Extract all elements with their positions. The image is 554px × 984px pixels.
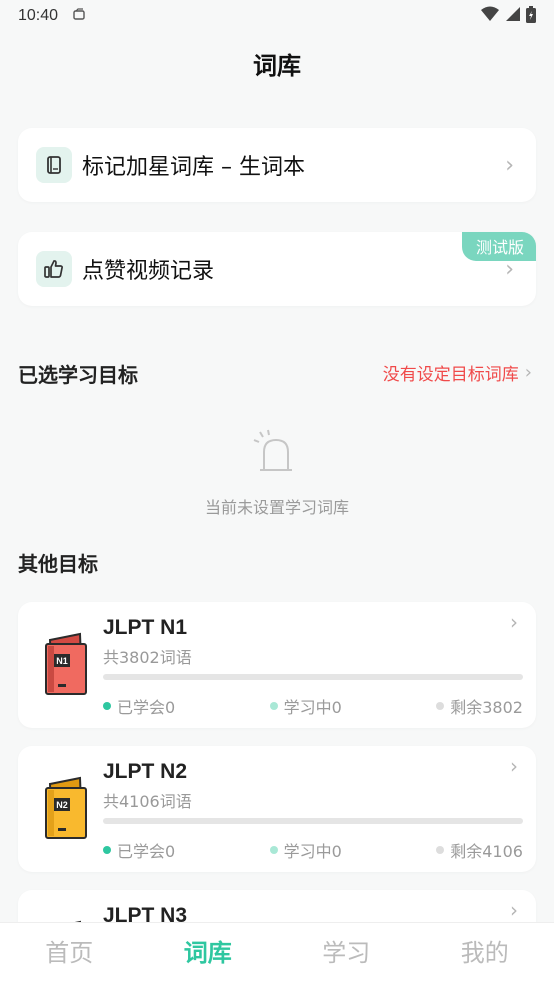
book-n2-icon: N2 — [40, 776, 92, 842]
tab-home[interactable]: 首页 — [0, 923, 139, 984]
wifi-icon — [480, 6, 500, 26]
chevron-right-icon: › — [510, 754, 518, 778]
chevron-right-icon: › — [505, 256, 514, 282]
vocab-book-card[interactable]: N1 JLPT N1 共3802词语 已学会0 学习中0 剩余3802 › — [18, 602, 536, 728]
remaining-text: 剩余3802 — [450, 698, 523, 717]
word-count: 共3802词语 — [103, 648, 192, 667]
chevron-right-icon: › — [524, 362, 532, 383]
book-stats: 已学会0 学习中0 剩余4106 — [103, 838, 523, 862]
signal-icon — [505, 6, 521, 26]
set-target-label: 没有设定目标词库 — [382, 365, 519, 385]
beta-badge: 测试版 — [461, 232, 536, 261]
learned-dot — [103, 846, 111, 854]
remaining-dot — [436, 846, 445, 854]
remaining-stat: 剩余4106 — [436, 838, 523, 862]
other-goals-title: 其他目标 — [18, 552, 98, 576]
svg-text:N1: N1 — [56, 656, 68, 666]
tab-study[interactable]: 学习 — [277, 923, 416, 984]
learning-stat: 学习中0 — [269, 694, 342, 718]
page-title: 词库 — [253, 52, 301, 80]
learned-stat: 已学会0 — [103, 694, 175, 718]
battery-icon — [526, 5, 536, 27]
remaining-text: 剩余4106 — [450, 842, 523, 861]
learning-text: 学习中0 — [283, 698, 342, 717]
tab-vocabulary[interactable]: 词库 — [139, 923, 278, 984]
liked-videos-entry[interactable]: 测试版 点赞视频记录 › — [18, 232, 536, 306]
set-target-link[interactable]: 没有设定目标词库 › — [383, 360, 532, 385]
book-icon — [36, 147, 72, 183]
tab-profile[interactable]: 我的 — [416, 923, 554, 984]
selected-goals-title: 已选学习目标 — [18, 363, 138, 387]
empty-state-text: 当前未设置学习词库 — [204, 498, 349, 517]
book-stats: 已学会0 学习中0 剩余3802 — [103, 694, 523, 718]
notification-icon — [72, 7, 86, 25]
learned-text: 已学会0 — [117, 842, 176, 861]
progress-bar — [103, 674, 523, 680]
bottom-tab-bar: 首页 词库 学习 我的 — [0, 922, 554, 984]
status-time: 10:40 — [18, 7, 59, 24]
thumbs-up-icon — [36, 251, 72, 287]
word-count: 共4106词语 — [103, 792, 192, 811]
alarm-light-icon — [252, 428, 300, 474]
learning-dot — [269, 702, 278, 710]
book-name: JLPT N2 — [103, 760, 188, 783]
vocab-book-card[interactable]: N2 JLPT N2 共4106词语 已学会0 学习中0 剩余4106 › — [18, 746, 536, 872]
learned-stat: 已学会0 — [103, 838, 175, 862]
chevron-right-icon: › — [510, 610, 518, 634]
learning-stat: 学习中0 — [269, 838, 342, 862]
status-bar: 10:40 — [0, 0, 554, 32]
svg-text:N2: N2 — [56, 800, 68, 810]
chevron-right-icon: › — [505, 152, 514, 178]
book-name: JLPT N1 — [103, 616, 188, 639]
remaining-dot — [436, 702, 445, 710]
progress-bar — [103, 818, 523, 824]
entry-label: 点赞视频记录 — [82, 259, 215, 284]
remaining-stat: 剩余3802 — [436, 694, 523, 718]
entry-label: 标记加星词库 – 生词本 — [82, 155, 305, 180]
book-n1-icon: N1 — [40, 632, 92, 698]
learning-text: 学习中0 — [283, 842, 342, 861]
chevron-right-icon: › — [510, 898, 518, 922]
learning-dot — [269, 846, 278, 854]
learned-dot — [103, 702, 111, 710]
starred-vocabulary-entry[interactable]: 标记加星词库 – 生词本 › — [18, 128, 536, 202]
learned-text: 已学会0 — [117, 698, 176, 717]
